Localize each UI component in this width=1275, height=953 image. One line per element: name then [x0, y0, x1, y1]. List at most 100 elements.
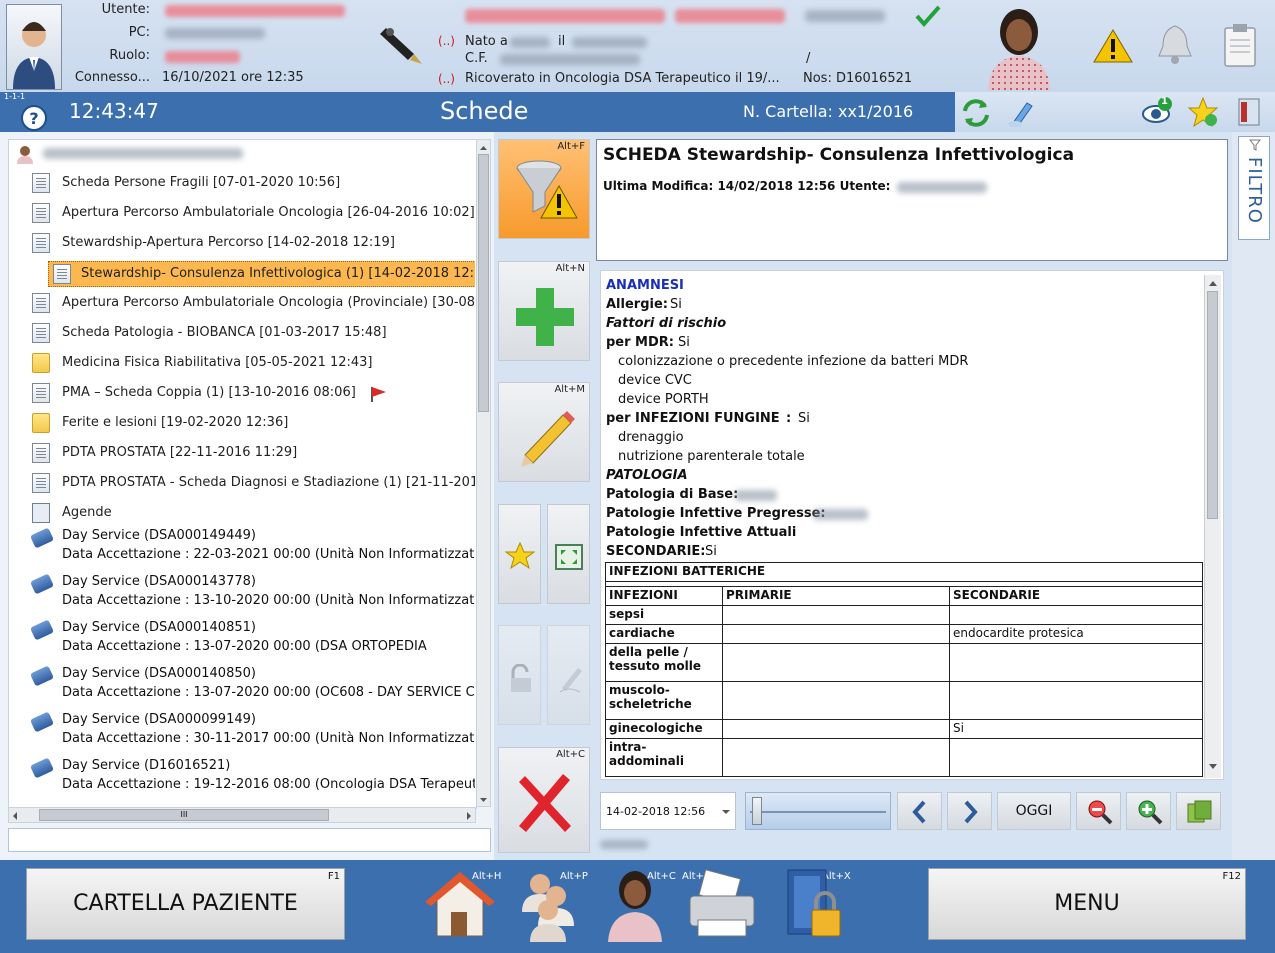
- tree-horizontal-scrollbar[interactable]: III: [8, 807, 476, 823]
- eraser-icon[interactable]: [1005, 97, 1035, 129]
- slider-thumb[interactable]: [752, 797, 762, 825]
- patient-header: Utente: PC: Ruolo: Connesso... 16/10/202…: [0, 0, 1275, 92]
- content-scroll-down[interactable]: [1208, 760, 1218, 775]
- bed-icon: [29, 573, 55, 595]
- bell-icon[interactable]: [1155, 22, 1195, 66]
- favorite-button[interactable]: [498, 504, 541, 604]
- content-vertical-scrollbar[interactable]: [1204, 275, 1221, 778]
- sign-button-disabled[interactable]: [547, 625, 590, 725]
- check-icon: [915, 5, 941, 28]
- content-scroll-thumb[interactable]: [1207, 291, 1218, 519]
- timeline-slider[interactable]: [745, 792, 891, 830]
- day-service-item[interactable]: Day Service (DSA000140851) Data Accettazi…: [8, 617, 475, 661]
- tree-item-label: Medicina Fisica Riabilitativa [05-05-202…: [62, 355, 373, 370]
- bed-icon: [29, 757, 55, 779]
- cartella-paziente-button[interactable]: F1 CARTELLA PAZIENTE: [26, 868, 345, 940]
- printer-icon[interactable]: [686, 866, 758, 942]
- tree-item[interactable]: Stewardship-Apertura Percorso [14-02-201…: [8, 231, 475, 255]
- birthdate-redacted: [572, 37, 647, 48]
- warning-icon[interactable]: [1092, 28, 1134, 64]
- zoom-in-button[interactable]: [1126, 792, 1171, 830]
- edit-scheda-button[interactable]: Alt+M: [498, 382, 590, 482]
- user-avatar-button[interactable]: [6, 4, 62, 90]
- fungine-item-2: nutrizione parenterale totale: [618, 449, 805, 464]
- nos-text: Nos: D16016521: [803, 71, 913, 86]
- tree-item[interactable]: PMA – Scheda Coppia (1) [13-10-2016 08:0…: [8, 381, 475, 405]
- help-icon[interactable]: ?: [20, 104, 48, 132]
- tree-item[interactable]: Agende: [8, 501, 475, 525]
- scroll-down-arrow[interactable]: [479, 794, 488, 804]
- new-shortcut: Alt+N: [555, 263, 585, 274]
- tree-item[interactable]: Scheda Persone Fragili [07-01-2020 10:56…: [8, 171, 475, 195]
- eye-notification-icon[interactable]: [1141, 96, 1175, 126]
- tree-item[interactable]: Medicina Fisica Riabilitativa [05-05-202…: [8, 351, 475, 375]
- infezioni-cell-prim: [722, 605, 950, 625]
- scroll-up-arrow[interactable]: [479, 142, 488, 152]
- pages-button[interactable]: [1176, 792, 1221, 830]
- tree-item[interactable]: Scheda Patologia - BIOBANCA [01-03-2017 …: [8, 321, 475, 345]
- tree-item-label: PDTA PROSTATA - Scheda Diagnosi e Stadia…: [62, 475, 475, 490]
- last-modified: Ultima Modifica: 14/02/2018 12:56 Utente…: [603, 179, 891, 193]
- prev-button[interactable]: [897, 792, 942, 830]
- filter-warning-button[interactable]: Alt+F: [498, 139, 590, 239]
- day-service-title: Day Service (DSA000140850): [62, 666, 256, 681]
- connesso-value: 16/10/2021 ore 12:35: [162, 70, 304, 85]
- tree-item[interactable]: Stewardship- Consulenza Infettivologica …: [48, 261, 475, 287]
- menu-button[interactable]: F12 MENU: [928, 868, 1246, 940]
- infezioni-row: intra-addominali: [605, 738, 1203, 777]
- filter-shortcut: Alt+F: [557, 141, 585, 152]
- lock-logout-icon[interactable]: [784, 866, 850, 942]
- day-service-item[interactable]: Day Service (DSA000143778) Data Accettazi…: [8, 571, 475, 615]
- hscroll-thumb[interactable]: III: [39, 809, 329, 821]
- sign-pen-icon: [559, 668, 582, 693]
- tree-item[interactable]: Apertura Percorso Ambulatoriale Oncologi…: [8, 201, 475, 225]
- tree-item[interactable]: Apertura Percorso Ambulatoriale Oncologi…: [8, 291, 475, 315]
- clipboard-icon[interactable]: [1222, 22, 1258, 68]
- scroll-left-arrow[interactable]: [11, 810, 20, 820]
- patient-avatar-icon[interactable]: [984, 2, 1054, 90]
- day-service-item[interactable]: Day Service (DSA000140850) Data Accettazi…: [8, 663, 475, 707]
- infezioni-cell-sec: [949, 643, 1203, 682]
- zoom-out-button[interactable]: [1076, 792, 1121, 830]
- delete-scheda-button[interactable]: Alt+C: [498, 747, 590, 853]
- document-icon: [32, 203, 50, 223]
- bed-icon: [29, 527, 55, 549]
- tree-vertical-scrollbar[interactable]: [476, 139, 491, 807]
- home-icon[interactable]: [425, 866, 495, 942]
- calendar-icon: [32, 503, 50, 523]
- tree-item-label: PDTA PROSTATA [22-11-2016 11:29]: [62, 445, 298, 460]
- ruolo-value-redacted: [165, 51, 240, 63]
- day-service-item[interactable]: Day Service (DSA000149449) Data Accettazi…: [8, 525, 475, 569]
- document-icon: [32, 443, 50, 463]
- filtro-tab[interactable]: FILTRO: [1238, 136, 1270, 240]
- fungine-label: per INFEZIONI FUNGINE: [606, 411, 780, 426]
- chevron-down-icon: [722, 810, 730, 814]
- patient-woman-icon[interactable]: [602, 866, 668, 942]
- date-select[interactable]: 14-02-2018 12:56: [600, 792, 736, 830]
- oggi-button[interactable]: OGGI: [997, 792, 1071, 830]
- tree-item[interactable]: PDTA PROSTATA [22-11-2016 11:29]: [8, 441, 475, 465]
- cartella-number: N. Cartella: xx1/2016: [743, 102, 914, 121]
- refresh-icon[interactable]: [960, 97, 992, 129]
- day-service-item[interactable]: Day Service (D16016521) Data Accettazione…: [8, 755, 475, 799]
- book-icon[interactable]: [1233, 96, 1265, 128]
- allergie-value: Si: [670, 297, 682, 312]
- ricovero-red-mark: (..): [438, 72, 455, 86]
- new-scheda-button[interactable]: Alt+N: [498, 261, 590, 361]
- unlock-button-disabled[interactable]: [498, 625, 541, 725]
- secondarie-value: Si: [705, 544, 717, 559]
- tree-item[interactable]: PDTA PROSTATA - Scheda Diagnosi e Stadia…: [8, 471, 475, 495]
- scroll-right-arrow[interactable]: [464, 810, 473, 820]
- scroll-thumb[interactable]: [478, 154, 489, 412]
- infezioni-row: della pelle / tessuto molle: [605, 643, 1203, 682]
- next-button[interactable]: [947, 792, 992, 830]
- unlock-icon: [511, 664, 531, 692]
- infezioni-cell-sec: [949, 681, 1203, 720]
- tree-item[interactable]: Ferite e lesioni [19-02-2020 12:36]: [8, 411, 475, 435]
- day-service-item[interactable]: Day Service (DSA000099149) Data Accettazi…: [8, 709, 475, 753]
- star-add-icon[interactable]: [1187, 96, 1219, 128]
- search-input[interactable]: [8, 828, 491, 852]
- tree-item-label: Scheda Patologia - BIOBANCA [01-03-2017 …: [62, 325, 387, 340]
- fullscreen-button[interactable]: [547, 504, 590, 604]
- group-people-icon[interactable]: [518, 866, 584, 942]
